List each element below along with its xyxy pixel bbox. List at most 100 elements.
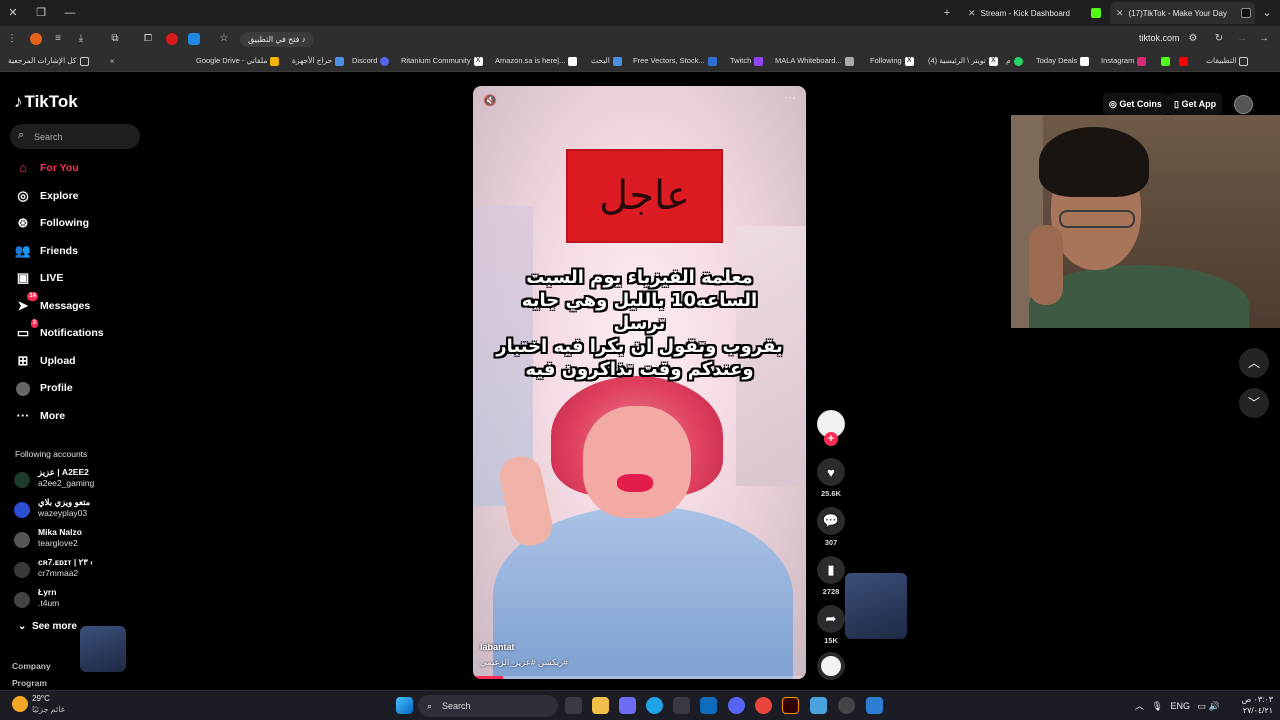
close-window-icon[interactable]: ✕ <box>4 4 22 22</box>
obs-icon[interactable] <box>838 697 855 714</box>
next-video-button[interactable]: ﹀ <box>1239 388 1269 418</box>
bookmark-haraj[interactable]: حراج الأجهزة <box>292 56 345 66</box>
nav-following[interactable]: ⊛ Following <box>14 213 89 233</box>
video-more-icon[interactable]: ··· <box>784 90 796 104</box>
tray-chevron-icon[interactable]: ︿ <box>1135 701 1144 711</box>
language-indicator[interactable]: ENG <box>1170 701 1190 711</box>
extension-red-icon[interactable] <box>166 33 178 45</box>
bookmark-twitch[interactable]: Twitch <box>730 56 764 66</box>
playlist-icon[interactable]: ≡ <box>50 31 66 47</box>
app-icon[interactable] <box>866 697 883 714</box>
see-more-button[interactable]: ⌄ See more <box>18 621 77 632</box>
video-player[interactable]: عاجل معلمة الفيزياء يوم السبت الساعه10 ب… <box>473 86 806 679</box>
edge-icon[interactable] <box>646 697 663 714</box>
maximize-window-icon[interactable]: ❐ <box>32 4 50 22</box>
nav-more[interactable]: ··· More <box>14 406 66 426</box>
store-icon[interactable] <box>673 697 690 714</box>
close-tab-icon[interactable]: ✕ <box>968 8 976 18</box>
outlook-icon[interactable] <box>700 697 717 714</box>
folder-icon <box>79 56 89 66</box>
webcam-overlay <box>1011 115 1280 328</box>
bookmark-twitter-home[interactable]: (4) تويتر \ الرئيسية X <box>928 56 998 66</box>
extension-blue-icon[interactable] <box>188 33 200 45</box>
nav-for-you[interactable]: ⌂ For You <box>14 158 79 178</box>
file-explorer-icon[interactable] <box>592 697 609 714</box>
close-tab-icon[interactable]: ✕ <box>1116 8 1124 18</box>
nav-messages[interactable]: ➤ 14 Messages <box>14 292 90 316</box>
bookmark-following[interactable]: Following X <box>870 56 914 66</box>
menu-icon[interactable]: ⋮ <box>4 31 20 47</box>
bookmark-whatsapp[interactable]: م <box>1006 56 1023 66</box>
new-tab-icon[interactable]: + <box>938 4 956 22</box>
taskbar-search[interactable]: ⌕ Search <box>418 695 558 717</box>
save-button[interactable]: ▮ 2728 <box>817 556 845 596</box>
footer-company[interactable]: Company <box>12 661 51 671</box>
download-icon[interactable]: ⤓ <box>73 31 89 47</box>
video-author[interactable]: labantat <box>480 642 515 652</box>
tiktok-logo[interactable]: ♪ TikTok <box>14 92 78 112</box>
youtube-bookmark-icon[interactable] <box>1176 56 1188 66</box>
bookmark-apps[interactable]: التطبيقات <box>1206 56 1249 66</box>
extension-icon[interactable] <box>30 33 42 45</box>
follow-plus-button[interactable]: + <box>824 432 838 446</box>
nav-upload[interactable]: ⊞ Upload <box>14 351 76 371</box>
music-disc[interactable] <box>817 652 845 680</box>
open-in-app-button[interactable]: فتح في التطبيق ♪ <box>240 32 314 47</box>
site-settings-icon[interactable]: ⚙ <box>1185 31 1201 47</box>
tab-search-icon[interactable]: ⌄ <box>1258 4 1276 22</box>
bookmark-search[interactable]: البحث <box>591 56 622 66</box>
clock[interactable]: ٠٣:٠٣ ص ٢٧/٠٤/٢١ <box>1235 694 1273 716</box>
bookmark-discord[interactable]: Discord <box>352 56 390 66</box>
profile-avatar[interactable] <box>1234 95 1253 114</box>
bookmark-instagram[interactable]: Instagram <box>1101 56 1147 66</box>
extensions-puzzle-icon[interactable]: ⧠ <box>140 31 156 47</box>
back-icon[interactable]: → <box>1256 31 1272 47</box>
windows-start-icon[interactable] <box>396 697 413 714</box>
chrome-icon[interactable] <box>755 697 772 714</box>
video-hashtags[interactable]: #ريكشن #عزيز_الزعيمي <box>480 657 568 668</box>
previous-video-button[interactable]: ︿ <box>1239 348 1269 378</box>
forward-icon[interactable]: → <box>1234 31 1250 47</box>
volume-icon[interactable]: 🔇 <box>483 94 497 107</box>
share-button[interactable]: ➦ 15K <box>817 605 845 645</box>
video-progress-bar[interactable] <box>473 676 806 679</box>
volume-icon[interactable]: 🔊 <box>1209 701 1220 711</box>
nav-live[interactable]: ▣ LIVE <box>14 268 64 288</box>
like-button[interactable]: ♥ 25.6K <box>817 458 845 498</box>
microphone-icon[interactable]: 🎙 <box>1152 701 1163 711</box>
tab-tiktok[interactable]: ✕ (17)TikTok - Make Your Day <box>1110 2 1255 24</box>
bookmark-all[interactable]: كل الإشارات المرجعية <box>8 56 89 66</box>
illustrator-icon[interactable] <box>782 697 799 714</box>
bookmark-ritanium[interactable]: Ritanium Community X <box>401 56 483 66</box>
footer-program[interactable]: Program <box>12 678 47 688</box>
app-icon[interactable] <box>810 697 827 714</box>
reload-icon[interactable]: ↻ <box>1211 31 1227 47</box>
get-coins-button[interactable]: ◎ Get Coins <box>1103 93 1168 115</box>
bookmark-amazon[interactable]: Amazon.sa is here|... <box>495 56 578 66</box>
profile-icon <box>14 379 32 397</box>
bookmark-google-drive[interactable]: Google Drive - ملفاتي <box>196 56 280 66</box>
bookmark-today-deals[interactable]: Today Deals <box>1036 56 1090 66</box>
search-input[interactable] <box>34 129 134 144</box>
get-app-button[interactable]: ▯ Get App <box>1168 93 1223 115</box>
screenshot-icon[interactable]: ⧉ <box>107 31 123 47</box>
bookmark-star-icon[interactable]: ☆ <box>216 31 232 47</box>
kick-bookmark-icon[interactable] <box>1158 56 1170 66</box>
nav-explore[interactable]: ◎ Explore <box>14 186 78 206</box>
address-bar[interactable]: tiktok.com <box>1139 33 1180 43</box>
nav-profile[interactable]: Profile <box>14 378 73 398</box>
search-box[interactable]: ⌕ <box>10 124 140 149</box>
comment-button[interactable]: 💬 307 <box>817 507 845 547</box>
tab-kick-dashboard[interactable]: ✕ Stream - Kick Dashboard <box>962 2 1107 24</box>
bookmark-freevectors[interactable]: Free Vectors, Stock... <box>633 56 717 66</box>
nav-friends[interactable]: 👥 Friends <box>14 241 78 261</box>
network-icon[interactable]: ▭ <box>1198 701 1207 711</box>
bookmark-label: Google Drive - ملفاتي <box>196 56 268 65</box>
minimize-window-icon[interactable]: — <box>61 4 79 22</box>
nav-notifications[interactable]: ▭ 3 Notifications <box>14 319 104 343</box>
task-view-icon[interactable] <box>565 697 582 714</box>
bookmark-mala[interactable]: MALA Whiteboard... <box>775 56 854 66</box>
expand-bookmarks-icon[interactable]: « <box>110 56 114 65</box>
discord-taskbar-icon[interactable] <box>728 697 745 714</box>
copilot-icon[interactable] <box>619 697 636 714</box>
